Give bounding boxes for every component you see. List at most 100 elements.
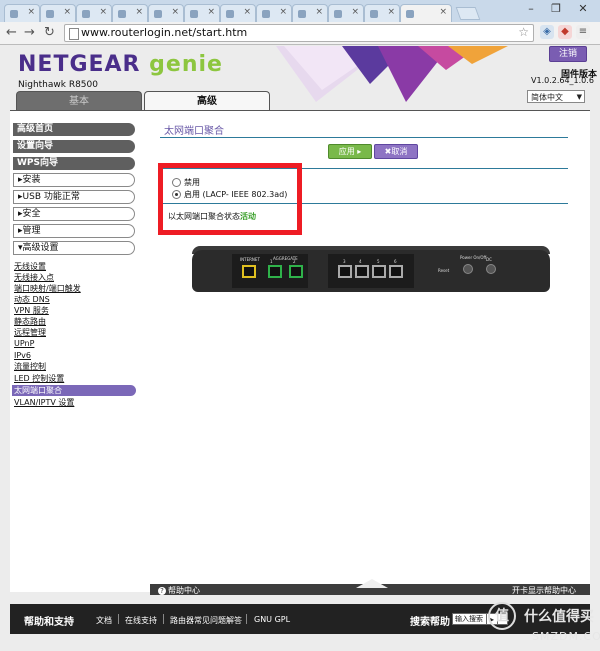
close-tab-icon[interactable]: ×: [315, 7, 323, 17]
internet-port: [242, 265, 256, 278]
sidebar-sub-wireless-settings[interactable]: 无线设置: [14, 261, 46, 272]
chevron-down-icon: ▼: [576, 93, 582, 101]
browser-tab[interactable]: ×: [4, 4, 40, 23]
lan-port-number: 4: [359, 259, 362, 264]
forward-arrow-icon[interactable]: →: [24, 24, 35, 42]
lan-port: [389, 265, 403, 278]
sidebar-item-advanced-home[interactable]: 高级首页: [13, 123, 135, 136]
sidebar-sub-remote-management[interactable]: 远程管理: [14, 327, 46, 338]
lan-port-number: 6: [394, 259, 397, 264]
sidebar-sub-ipv6[interactable]: IPv6: [14, 350, 31, 361]
sidebar-sub-upnp[interactable]: UPnP: [14, 338, 34, 349]
search-help-title: 搜索帮助: [410, 617, 450, 628]
close-tab-icon[interactable]: ×: [207, 7, 215, 17]
favicon-icon: [406, 10, 414, 18]
address-toolbar: ← → ↻ www.routerlogin.net/start.htm ☆ ◈ …: [0, 22, 600, 45]
url-bar[interactable]: www.routerlogin.net/start.htm ☆: [64, 24, 534, 42]
browser-tab[interactable]: ×: [220, 4, 256, 23]
close-tab-icon[interactable]: ×: [387, 7, 395, 17]
menu-icon[interactable]: ≡: [576, 25, 590, 39]
sidebar-sub-dynamic-dns[interactable]: 动态 DNS: [14, 294, 50, 305]
browser-tab[interactable]: ×: [184, 4, 220, 23]
highlight-box: [158, 163, 302, 235]
aggregate-port-2: [289, 265, 303, 278]
logout-button[interactable]: 注销: [549, 46, 587, 62]
firmware-version: V1.0.2.64_1.0.6: [531, 76, 594, 85]
browser-tab[interactable]: ×: [40, 4, 76, 23]
browser-tab[interactable]: ×: [76, 4, 112, 23]
shield-extension-icon[interactable]: ◈: [540, 25, 554, 39]
sidebar-sub-port-aggregation[interactable]: 太网端口聚合: [12, 385, 136, 396]
sidebar-item-admin[interactable]: ▸管理: [13, 224, 135, 238]
aggregate-port-1: [268, 265, 282, 278]
close-tab-icon[interactable]: ×: [351, 7, 359, 17]
sidebar-item-security[interactable]: ▸安全: [13, 207, 135, 221]
sidebar-item-usb[interactable]: ▸USB 功能正常: [13, 190, 135, 204]
close-window-button[interactable]: ✕: [570, 0, 596, 18]
sidebar-sub-vlan-iptv[interactable]: VLAN/IPTV 设置: [14, 397, 74, 408]
language-select[interactable]: 简体中文 ▼: [527, 90, 585, 103]
expand-help-arrow-icon[interactable]: [356, 579, 388, 588]
browser-tab-strip: × × × × × × × × × × × × – ❐ ✕: [0, 0, 600, 23]
page-title: 太网端口聚合: [164, 126, 224, 137]
netgear-genie-logo: NETGEAR genie: [18, 52, 223, 77]
sidebar-sub-vpn[interactable]: VPN 服务: [14, 305, 49, 316]
help-toggle-link[interactable]: 开卡显示帮助中心: [512, 585, 576, 596]
sidebar-item-setup-wizard[interactable]: 设置向导: [13, 140, 135, 153]
minimize-button[interactable]: –: [518, 0, 544, 18]
browser-tab[interactable]: ×: [148, 4, 184, 23]
sidebar-sub-port-forwarding[interactable]: 端口映射/端口触发: [14, 283, 81, 294]
tab-basic[interactable]: 基本: [16, 91, 142, 111]
footer-link-faq[interactable]: 路由器常见问题解答: [170, 615, 242, 626]
cancel-button[interactable]: ✖取消: [374, 144, 418, 159]
browser-tab[interactable]: ×: [292, 4, 328, 23]
tab-advanced[interactable]: 高级: [144, 91, 270, 111]
reload-icon[interactable]: ↻: [44, 24, 55, 42]
bookmark-star-icon[interactable]: ☆: [518, 25, 529, 39]
sidebar-sub-traffic-control[interactable]: 流量控制: [14, 361, 46, 372]
close-tab-icon[interactable]: ×: [135, 7, 143, 17]
close-tab-icon[interactable]: ×: [27, 7, 35, 17]
divider: [160, 137, 568, 138]
sidebar-sub-led-control[interactable]: LED 控制设置: [14, 373, 64, 384]
apply-button[interactable]: 应用 ▸: [328, 144, 372, 159]
close-tab-icon[interactable]: ×: [171, 7, 179, 17]
close-tab-icon[interactable]: ×: [99, 7, 107, 17]
sidebar-sub-static-routes[interactable]: 静态路由: [14, 316, 46, 327]
lan-port: [355, 265, 369, 278]
footer-separator: [163, 614, 164, 624]
close-tab-icon[interactable]: ×: [279, 7, 287, 17]
sidebar-item-setup[interactable]: ▸安装: [13, 173, 135, 187]
favicon-icon: [226, 10, 234, 18]
watermark-subtext: SMZDM.COM: [532, 630, 600, 643]
extension-icon[interactable]: ◆: [558, 25, 572, 39]
power-button-icon: [463, 264, 473, 274]
footer-link-docs[interactable]: 文档: [96, 615, 112, 626]
browser-tab[interactable]: ×: [364, 4, 400, 23]
lan-port-number: 5: [377, 259, 380, 264]
back-arrow-icon[interactable]: ←: [6, 24, 17, 42]
sidebar-sub-wireless-ap[interactable]: 无线接入点: [14, 272, 54, 283]
maximize-button[interactable]: ❐: [543, 0, 569, 18]
help-center-link[interactable]: ? 帮助中心: [158, 585, 200, 596]
close-tab-icon[interactable]: ×: [63, 7, 71, 17]
power-label: Power On/Off: [460, 255, 487, 260]
favicon-icon: [370, 10, 378, 18]
sidebar-item-advanced-setup[interactable]: ▾高级设置: [13, 241, 135, 255]
close-tab-icon[interactable]: ×: [243, 7, 251, 17]
browser-tab[interactable]: ×: [328, 4, 364, 23]
footer-link-gnu-gpl[interactable]: GNU GPL: [254, 615, 290, 624]
new-tab-button[interactable]: [455, 7, 481, 20]
footer-link-online-support[interactable]: 在线支持: [125, 615, 157, 626]
browser-tab[interactable]: ×: [256, 4, 292, 23]
browser-tab[interactable]: ×: [112, 4, 148, 23]
favicon-icon: [262, 10, 270, 18]
footer-separator: [246, 614, 247, 624]
help-center-label: 帮助中心: [168, 586, 200, 595]
close-tab-icon[interactable]: ×: [439, 7, 447, 17]
dc-jack-icon: [486, 264, 496, 274]
favicon-icon: [82, 10, 90, 18]
browser-tab-active[interactable]: ×: [400, 4, 452, 23]
favicon-icon: [190, 10, 198, 18]
sidebar-item-wps-wizard[interactable]: WPS向导: [13, 157, 135, 170]
